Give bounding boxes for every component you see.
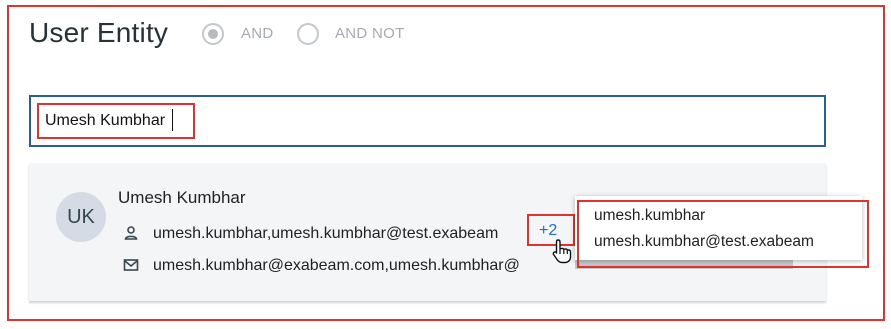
usernames-text: umesh.kumbhar,umesh.kumbhar@test.exabeam — [153, 225, 499, 242]
emails-text: umesh.kumbhar@exabeam.com,umesh.kumbhar@ — [153, 257, 520, 274]
user-entity-panel: User Entity AND AND NOT Umesh Kumbhar UK… — [7, 5, 885, 321]
user-icon — [124, 226, 138, 240]
user-name: Umesh Kumbhar — [118, 188, 246, 207]
and-not-radio[interactable] — [297, 23, 319, 45]
and-radio[interactable] — [202, 23, 224, 45]
search-input-value[interactable]: Umesh Kumbhar — [45, 112, 165, 130]
and-not-radio-label[interactable]: AND NOT — [335, 25, 405, 42]
tooltip-highlight-box — [577, 200, 869, 268]
page-title: User Entity — [29, 17, 169, 48]
text-cursor — [172, 109, 173, 131]
hand-cursor-icon — [552, 239, 572, 264]
user-search-input[interactable]: Umesh Kumbhar — [29, 95, 826, 147]
and-radio-label[interactable]: AND — [241, 25, 274, 42]
avatar: UK — [56, 192, 106, 242]
email-icon — [123, 259, 139, 271]
